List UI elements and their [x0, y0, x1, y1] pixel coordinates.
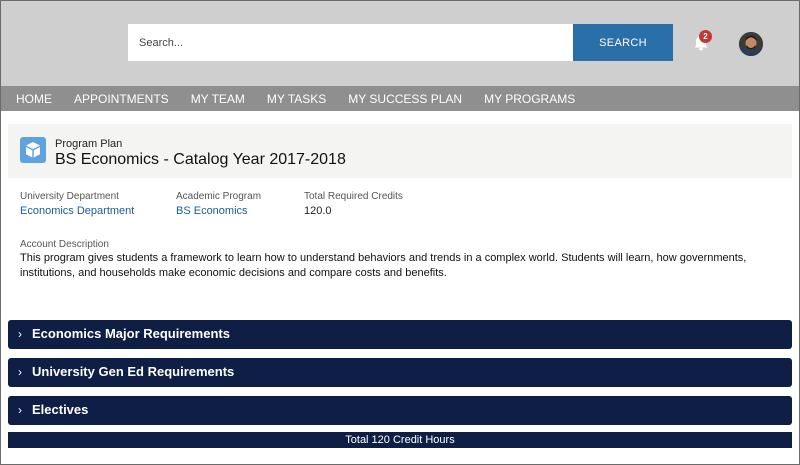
chevron-right-icon: › — [18, 403, 22, 417]
section-university-gen-ed-requirements[interactable]: › University Gen Ed Requirements — [8, 358, 792, 387]
chevron-right-icon: › — [18, 365, 22, 379]
main-nav: HOME APPOINTMENTS MY TEAM MY TASKS MY SU… — [0, 86, 800, 111]
description-label: Account Description — [20, 239, 109, 250]
total-credit-hours: Total 120 Credit Hours — [8, 432, 792, 448]
economics-department-link[interactable]: Economics Department — [20, 205, 134, 217]
description-text: This program gives students a framework … — [20, 252, 747, 279]
field-total-required-credits: Total Required Credits 120.0 — [304, 191, 403, 217]
avatar[interactable] — [739, 32, 763, 56]
nav-my-tasks[interactable]: MY TASKS — [267, 92, 326, 106]
field-label: Total Required Credits — [304, 191, 403, 202]
field-university-department: University Department Economics Departme… — [20, 191, 134, 217]
field-label: Academic Program — [176, 191, 262, 202]
section-title: Economics Major Requirements — [32, 326, 230, 341]
field-academic-program: Academic Program BS Economics — [176, 191, 261, 217]
academic-program-link[interactable]: BS Economics — [176, 205, 261, 217]
nav-appointments[interactable]: APPOINTMENTS — [74, 92, 169, 106]
top-bar: SEARCH 2 — [0, 0, 800, 86]
search-input[interactable] — [128, 24, 574, 61]
nav-my-team[interactable]: MY TEAM — [191, 92, 245, 106]
nav-my-programs[interactable]: MY PROGRAMS — [484, 92, 575, 106]
search-button[interactable]: SEARCH — [573, 24, 673, 61]
record-header: Program Plan BS Economics - Catalog Year… — [8, 124, 792, 178]
nav-home[interactable]: HOME — [16, 92, 52, 106]
chevron-right-icon: › — [18, 327, 22, 341]
nav-my-success-plan[interactable]: MY SUCCESS PLAN — [348, 92, 462, 106]
object-label: Program Plan — [55, 138, 123, 150]
section-title: University Gen Ed Requirements — [32, 364, 235, 379]
section-electives[interactable]: › Electives — [8, 396, 792, 425]
account-description: Account Description This program gives s… — [20, 239, 788, 281]
notification-badge: 2 — [699, 30, 712, 43]
total-credits-value: 120.0 — [304, 205, 332, 217]
field-label: University Department — [20, 191, 119, 202]
section-economics-major-requirements[interactable]: › Economics Major Requirements — [8, 320, 792, 349]
page-title: BS Economics - Catalog Year 2017-2018 — [55, 151, 346, 168]
cube-icon — [20, 137, 46, 163]
section-title: Electives — [32, 402, 89, 417]
